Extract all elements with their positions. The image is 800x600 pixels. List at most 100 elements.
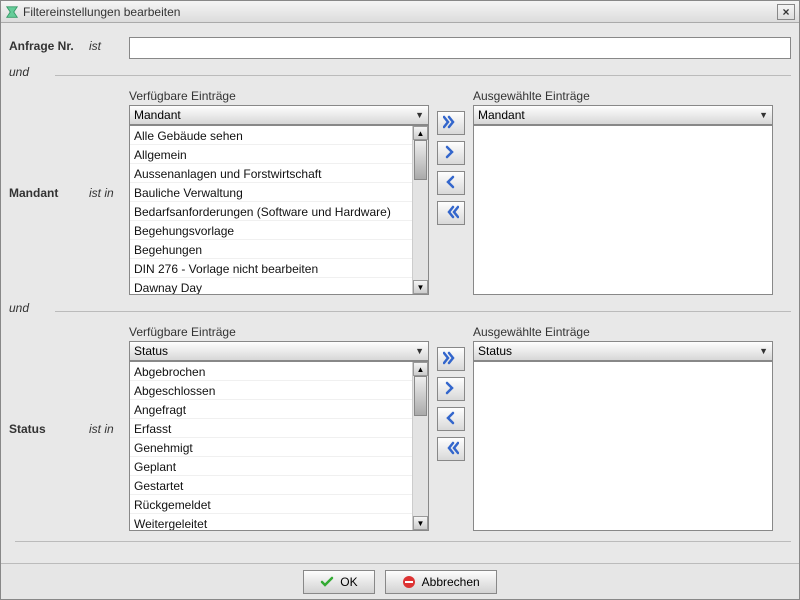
add-button[interactable] bbox=[437, 377, 465, 401]
label-anfrage: Anfrage Nr. bbox=[9, 37, 89, 53]
scroll-thumb[interactable] bbox=[414, 376, 427, 416]
scroll-track[interactable] bbox=[413, 140, 428, 280]
scroll-down-button[interactable]: ▼ bbox=[413, 516, 428, 530]
divider bbox=[55, 75, 791, 76]
dropdown-value: Mandant bbox=[134, 108, 181, 122]
listbox-mandant-selected[interactable] bbox=[473, 125, 773, 295]
list-item[interactable]: Dawnay Day bbox=[130, 278, 412, 294]
list-item[interactable]: Angefragt bbox=[130, 400, 412, 419]
dropdown-value: Status bbox=[478, 344, 512, 358]
dropdown-value: Mandant bbox=[478, 108, 525, 122]
and-divider-2: und bbox=[9, 301, 791, 315]
scroll-up-button[interactable]: ▲ bbox=[413, 362, 428, 376]
list-item[interactable]: Aussenanlagen und Forstwirtschaft bbox=[130, 164, 412, 183]
divider bbox=[15, 541, 791, 542]
chevron-down-icon: ▼ bbox=[759, 110, 768, 120]
list-item[interactable]: Rückgemeldet bbox=[130, 495, 412, 514]
double-left-icon bbox=[443, 441, 459, 458]
dropdown-status-available[interactable]: Status ▼ bbox=[129, 341, 429, 361]
dialog-window: Filtereinstellungen bearbeiten × Anfrage… bbox=[0, 0, 800, 600]
listbox-status-selected[interactable] bbox=[473, 361, 773, 531]
row-anfrage: Anfrage Nr. ist bbox=[9, 37, 791, 59]
scrollbar-status: ▲ ▼ bbox=[412, 362, 428, 530]
ok-button[interactable]: OK bbox=[303, 570, 374, 594]
available-col-mandant: Verfügbare Einträge Mandant ▼ Alle Gebäu… bbox=[129, 89, 429, 295]
list-item[interactable]: Gestartet bbox=[130, 476, 412, 495]
double-right-icon bbox=[443, 115, 459, 132]
selected-col-status: Ausgewählte Einträge Status ▼ bbox=[473, 325, 773, 531]
dropdown-mandant-selected[interactable]: Mandant ▼ bbox=[473, 105, 773, 125]
list-item[interactable]: Erfasst bbox=[130, 419, 412, 438]
chevron-down-icon: ▼ bbox=[759, 346, 768, 356]
titlebar: Filtereinstellungen bearbeiten × bbox=[1, 1, 799, 23]
scrollbar-mandant: ▲ ▼ bbox=[412, 126, 428, 294]
remove-button[interactable] bbox=[437, 407, 465, 431]
and-divider-1: und bbox=[9, 65, 791, 79]
input-anfrage[interactable] bbox=[129, 37, 791, 59]
listbox-mandant-available: Alle Gebäude sehenAllgemeinAussenanlagen… bbox=[129, 125, 429, 295]
left-icon bbox=[443, 411, 459, 428]
label-status: Status bbox=[9, 420, 89, 436]
list-item[interactable]: Alle Gebäude sehen bbox=[130, 126, 412, 145]
scroll-up-button[interactable]: ▲ bbox=[413, 126, 428, 140]
add-all-button[interactable] bbox=[437, 347, 465, 371]
selected-title-status: Ausgewählte Einträge bbox=[473, 325, 773, 339]
list-item[interactable]: Abgebrochen bbox=[130, 362, 412, 381]
row-status: Status ist in Verfügbare Einträge Status… bbox=[9, 325, 791, 531]
dropdown-status-selected[interactable]: Status ▼ bbox=[473, 341, 773, 361]
right-icon bbox=[443, 145, 459, 162]
right-icon bbox=[443, 381, 459, 398]
label-mandant: Mandant bbox=[9, 184, 89, 200]
scroll-thumb[interactable] bbox=[414, 140, 427, 180]
row-mandant: Mandant ist in Verfügbare Einträge Manda… bbox=[9, 89, 791, 295]
op-istin-mandant: ist in bbox=[89, 184, 129, 200]
list-item[interactable]: Bedarfsanforderungen (Software und Hardw… bbox=[130, 202, 412, 221]
transfer-buttons-status bbox=[435, 325, 467, 531]
scroll-down-button[interactable]: ▼ bbox=[413, 280, 428, 294]
list-item[interactable]: Allgemein bbox=[130, 145, 412, 164]
remove-all-button[interactable] bbox=[437, 201, 465, 225]
chevron-down-icon: ▼ bbox=[415, 110, 424, 120]
scroll-track[interactable] bbox=[413, 376, 428, 516]
and-label-1: und bbox=[9, 65, 49, 79]
list-item[interactable]: Bauliche Verwaltung bbox=[130, 183, 412, 202]
and-label-2: und bbox=[9, 301, 49, 315]
selected-col-mandant: Ausgewählte Einträge Mandant ▼ bbox=[473, 89, 773, 295]
list-item[interactable]: Weitergeleitet bbox=[130, 514, 412, 530]
op-istin-status: ist in bbox=[89, 420, 129, 436]
app-icon bbox=[5, 5, 19, 19]
list-item[interactable]: Genehmigt bbox=[130, 438, 412, 457]
content-area: Anfrage Nr. ist und Mandant ist in Verfü… bbox=[1, 23, 799, 563]
available-title-status: Verfügbare Einträge bbox=[129, 325, 429, 339]
dropdown-value: Status bbox=[134, 344, 168, 358]
dual-list-status: Verfügbare Einträge Status ▼ Abgebrochen… bbox=[129, 325, 791, 531]
listbox-status-available: AbgebrochenAbgeschlossenAngefragtErfasst… bbox=[129, 361, 429, 531]
list-item[interactable]: Begehungsvorlage bbox=[130, 221, 412, 240]
cancel-label: Abbrechen bbox=[422, 575, 480, 589]
dual-list-mandant: Verfügbare Einträge Mandant ▼ Alle Gebäu… bbox=[129, 89, 791, 295]
stop-icon bbox=[402, 575, 416, 589]
divider bbox=[55, 311, 791, 312]
chevron-down-icon: ▼ bbox=[415, 346, 424, 356]
close-button[interactable]: × bbox=[777, 4, 795, 20]
remove-button[interactable] bbox=[437, 171, 465, 195]
double-left-icon bbox=[443, 205, 459, 222]
transfer-buttons-mandant bbox=[435, 89, 467, 295]
check-icon bbox=[320, 575, 334, 589]
footer: OK Abbrechen bbox=[1, 563, 799, 599]
cancel-button[interactable]: Abbrechen bbox=[385, 570, 497, 594]
selected-title-mandant: Ausgewählte Einträge bbox=[473, 89, 773, 103]
remove-all-button[interactable] bbox=[437, 437, 465, 461]
double-right-icon bbox=[443, 351, 459, 368]
add-button[interactable] bbox=[437, 141, 465, 165]
list-item[interactable]: Abgeschlossen bbox=[130, 381, 412, 400]
dropdown-mandant-available[interactable]: Mandant ▼ bbox=[129, 105, 429, 125]
left-icon bbox=[443, 175, 459, 192]
available-title-mandant: Verfügbare Einträge bbox=[129, 89, 429, 103]
list-item[interactable]: Begehungen bbox=[130, 240, 412, 259]
add-all-button[interactable] bbox=[437, 111, 465, 135]
list-item[interactable]: DIN 276 - Vorlage nicht bearbeiten bbox=[130, 259, 412, 278]
list-item[interactable]: Geplant bbox=[130, 457, 412, 476]
op-ist: ist bbox=[89, 37, 129, 53]
available-col-status: Verfügbare Einträge Status ▼ Abgebrochen… bbox=[129, 325, 429, 531]
